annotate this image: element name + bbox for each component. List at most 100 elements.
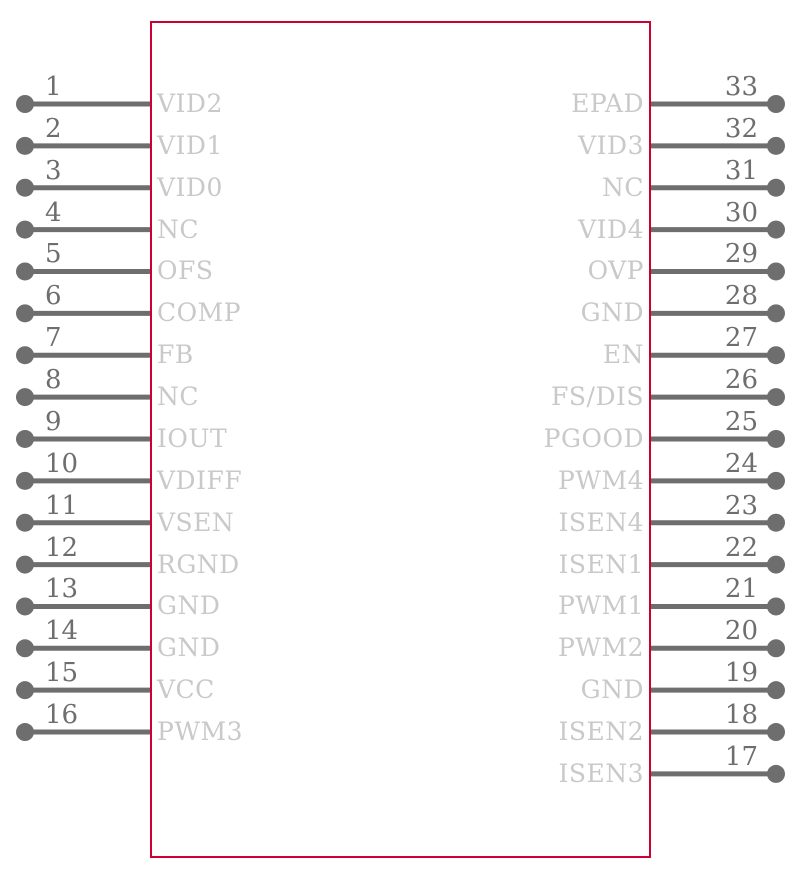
pin-number-30: 30 — [724, 197, 758, 228]
pin-number-5: 5 — [45, 239, 62, 270]
pin-label-14: GND — [157, 633, 221, 663]
pin-number-17: 17 — [724, 741, 758, 772]
pin-terminal-32[interactable] — [767, 136, 785, 155]
pin-terminal-16[interactable] — [16, 723, 34, 742]
pin-label-1: VID2 — [157, 89, 223, 118]
pin-number-9: 9 — [45, 406, 62, 437]
pin-label-32: VID3 — [578, 130, 644, 160]
pin-label-12: RGND — [157, 549, 240, 579]
pin-number-25: 25 — [724, 406, 758, 437]
pin-number-13: 13 — [45, 574, 79, 605]
pin-number-31: 31 — [724, 155, 758, 186]
pin-label-8: NC — [157, 382, 200, 412]
pin-terminal-17[interactable] — [767, 764, 785, 783]
pin-label-17: ISEN3 — [558, 758, 644, 788]
pin-terminal-19[interactable] — [767, 681, 785, 700]
pin-number-16: 16 — [45, 700, 79, 731]
pin-number-8: 8 — [45, 365, 62, 396]
pin-terminal-13[interactable] — [16, 597, 34, 616]
pin-terminal-1[interactable] — [16, 95, 34, 113]
pin-terminal-4[interactable] — [16, 220, 34, 239]
pin-label-4: NC — [157, 214, 200, 244]
pin-terminal-23[interactable] — [767, 513, 785, 532]
pin-label-7: FB — [157, 340, 194, 370]
pin-terminal-9[interactable] — [16, 429, 34, 448]
pin-number-33: 33 — [724, 72, 758, 102]
pin-terminal-11[interactable] — [16, 513, 34, 532]
pin-label-19: GND — [580, 675, 644, 705]
pin-number-23: 23 — [724, 490, 758, 521]
pin-label-6: COMP — [157, 298, 242, 328]
pin-terminal-18[interactable] — [767, 723, 785, 742]
pin-label-30: VID4 — [578, 214, 644, 244]
pin-label-10: VDIFF — [157, 465, 243, 495]
pin-label-24: PWM4 — [557, 465, 644, 495]
pin-label-9: IOUT — [157, 423, 228, 453]
pin-label-5: OFS — [157, 256, 214, 286]
pin-number-4: 4 — [45, 197, 62, 228]
pin-number-24: 24 — [724, 448, 758, 479]
pin-terminal-8[interactable] — [16, 388, 34, 407]
pin-terminal-33[interactable] — [767, 95, 785, 113]
pin-terminal-29[interactable] — [767, 262, 785, 281]
pin-terminal-3[interactable] — [16, 178, 34, 197]
pin-terminal-6[interactable] — [16, 304, 34, 323]
pin-label-20: PWM2 — [557, 633, 644, 663]
pin-number-12: 12 — [45, 532, 79, 563]
pin-number-3: 3 — [45, 155, 62, 186]
pin-label-31: NC — [601, 172, 644, 202]
pin-terminal-2[interactable] — [16, 136, 34, 155]
pin-terminal-27[interactable] — [767, 346, 785, 365]
pin-label-2: VID1 — [157, 130, 223, 160]
pin-label-18: ISEN2 — [558, 717, 644, 747]
pin-number-7: 7 — [45, 323, 62, 354]
pin-label-16: PWM3 — [157, 717, 244, 747]
pin-terminal-26[interactable] — [767, 388, 785, 407]
pin-number-27: 27 — [724, 323, 758, 354]
pin-label-27: EN — [602, 340, 644, 370]
pin-label-26: FS/DIS — [551, 382, 644, 412]
pin-terminal-10[interactable] — [16, 471, 34, 490]
pin-number-2: 2 — [45, 113, 62, 144]
pin-label-13: GND — [157, 591, 221, 621]
pin-number-26: 26 — [724, 365, 758, 396]
pin-number-15: 15 — [45, 658, 79, 689]
pin-number-11: 11 — [45, 490, 79, 521]
pin-terminal-21[interactable] — [767, 597, 785, 616]
pin-number-21: 21 — [724, 574, 758, 605]
pin-label-28: GND — [580, 298, 644, 328]
pin-number-6: 6 — [45, 281, 62, 312]
pin-label-22: ISEN1 — [558, 549, 644, 579]
pin-number-20: 20 — [724, 616, 758, 647]
pin-terminal-30[interactable] — [767, 220, 785, 239]
pin-terminal-22[interactable] — [767, 555, 785, 574]
pin-terminal-20[interactable] — [767, 639, 785, 658]
pin-terminal-28[interactable] — [767, 304, 785, 323]
pin-number-32: 32 — [724, 113, 758, 144]
pin-label-29: OVP — [587, 256, 644, 286]
pin-number-10: 10 — [45, 448, 79, 479]
pin-label-33: EPAD — [571, 89, 644, 118]
schematic-symbol-canvas: VID2 1 VID1 2 VID0 3 NC 4 OFS 5 COMP 6 FB 7 NC 8 IOUT 9 VD… — [0, 0, 800, 881]
pin-number-28: 28 — [724, 281, 758, 312]
pin-terminal-12[interactable] — [16, 555, 34, 574]
pin-terminal-24[interactable] — [767, 471, 785, 490]
pin-number-22: 22 — [724, 532, 758, 563]
symbol-graphics-layer — [16, 21, 785, 858]
pin-terminal-25[interactable] — [767, 429, 785, 448]
pin-number-19: 19 — [724, 658, 758, 689]
pin-terminal-7[interactable] — [16, 346, 34, 365]
pin-label-11: VSEN — [157, 507, 235, 537]
pin-number-29: 29 — [724, 239, 758, 270]
pin-terminal-31[interactable] — [767, 178, 785, 197]
pin-label-25: PGOOD — [543, 423, 644, 453]
pin-number-14: 14 — [45, 616, 79, 647]
pin-number-18: 18 — [724, 700, 758, 731]
pin-number-1: 1 — [45, 72, 62, 102]
pin-label-15: VCC — [157, 675, 215, 705]
pin-terminal-5[interactable] — [16, 262, 34, 281]
pin-label-23: ISEN4 — [558, 507, 644, 537]
pin-terminal-14[interactable] — [16, 639, 34, 658]
pin-label-21: PWM1 — [557, 591, 644, 621]
pin-terminal-15[interactable] — [16, 681, 34, 700]
